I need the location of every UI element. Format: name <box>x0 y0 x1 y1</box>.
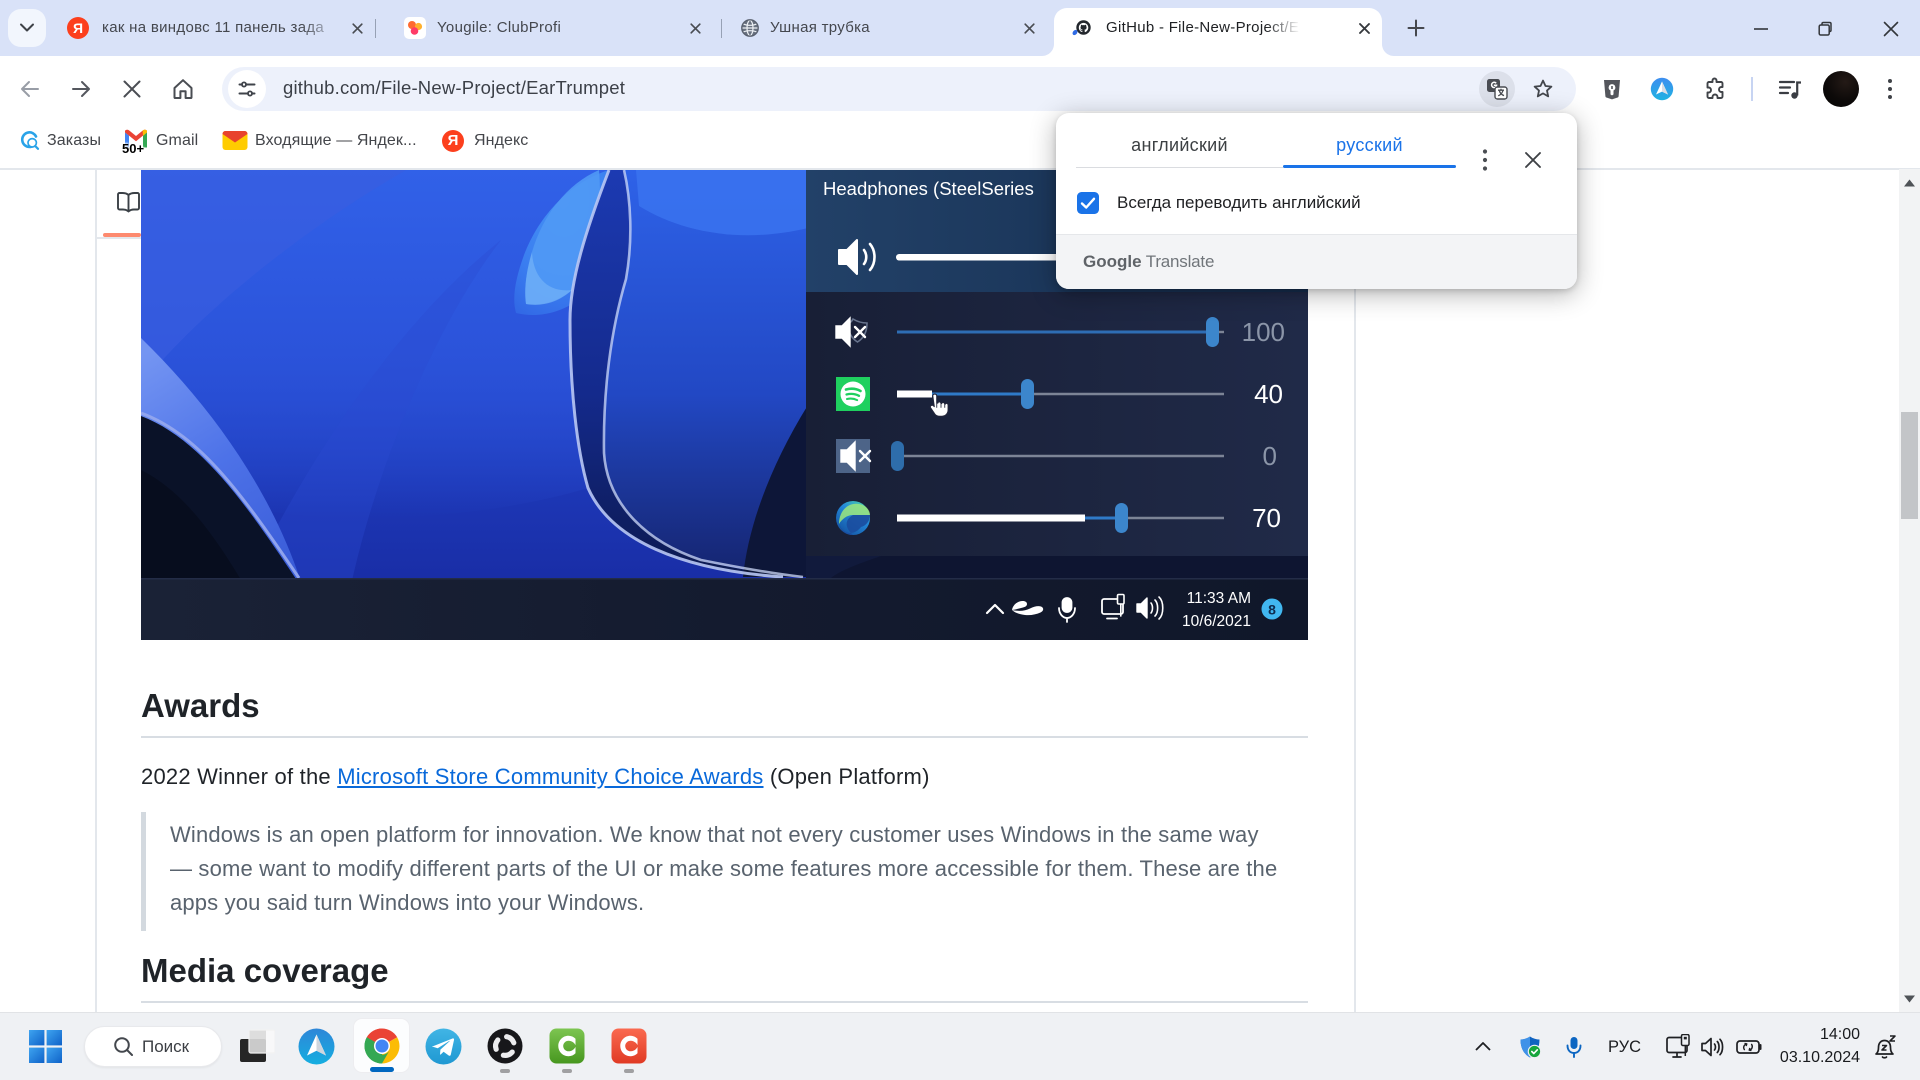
svg-text:8: 8 <box>1268 602 1276 618</box>
svg-text:11:33 AM: 11:33 AM <box>1187 590 1251 607</box>
svg-text:70: 70 <box>1252 503 1281 533</box>
svg-text:Headphones (SteelSeries: Headphones (SteelSeries <box>823 178 1034 199</box>
svg-text:10/6/2021: 10/6/2021 <box>1182 613 1251 630</box>
svg-text:0: 0 <box>1263 441 1277 471</box>
svg-text:100: 100 <box>1242 317 1285 347</box>
svg-text:40: 40 <box>1254 379 1283 409</box>
